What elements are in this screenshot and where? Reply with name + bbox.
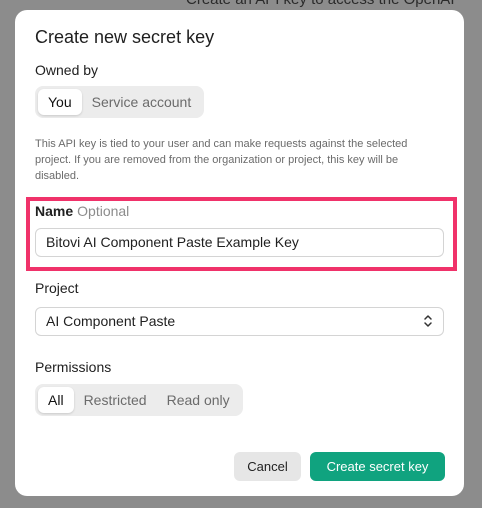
permissions-option-restricted[interactable]: Restricted: [74, 387, 157, 413]
create-secret-key-button[interactable]: Create secret key: [310, 452, 445, 481]
permissions-option-read-only[interactable]: Read only: [157, 387, 240, 413]
permissions-label: Permissions: [35, 359, 112, 375]
owned-by-segmented-control: You Service account: [35, 86, 205, 118]
owned-by-label: Owned by: [35, 62, 99, 78]
background-heading: Create an API key to access the OpenAI: [186, 0, 454, 8]
ownership-description: This API key is tied to your user and ca…: [35, 138, 408, 182]
create-secret-key-dialog: Create new secret key Owned by You Servi…: [15, 10, 464, 496]
permissions-segmented-control: All Restricted Read only: [35, 384, 243, 416]
owned-by-option-service-account[interactable]: Service account: [82, 89, 202, 115]
project-label: Project: [35, 280, 79, 296]
project-select[interactable]: AI Component Paste: [35, 307, 444, 336]
permissions-option-all[interactable]: All: [38, 387, 74, 413]
project-select-value: AI Component Paste: [46, 313, 176, 329]
owned-by-option-you[interactable]: You: [38, 89, 82, 115]
dialog-title: Create new secret key: [35, 27, 215, 47]
chevron-up-down-icon: [424, 315, 432, 327]
name-field-highlight: [26, 197, 457, 271]
cancel-button[interactable]: Cancel: [234, 452, 301, 481]
